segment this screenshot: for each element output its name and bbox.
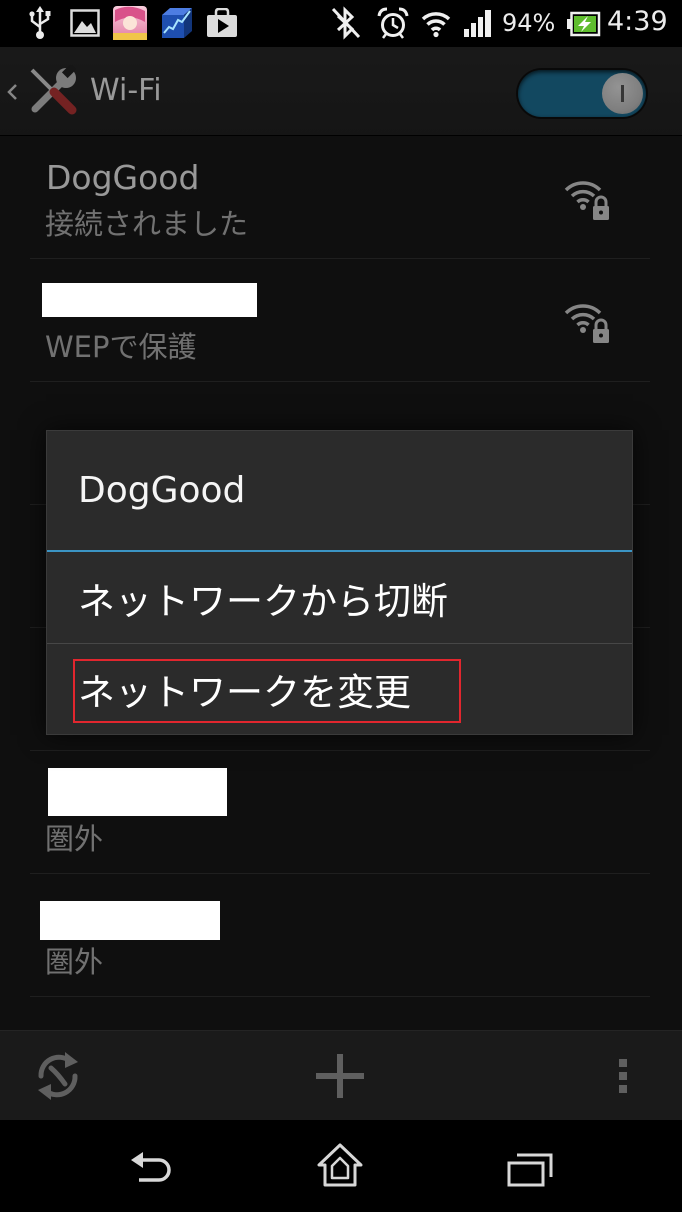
alarm-clock-icon (377, 7, 409, 39)
home-icon[interactable] (317, 1143, 363, 1187)
play-store-icon (206, 8, 238, 38)
usb-icon (27, 6, 53, 40)
status-bar[interactable]: 94% 4:39 (0, 0, 682, 47)
disconnect-network-option[interactable]: ネットワークから切断 (47, 552, 632, 643)
bluetooth-off-icon (329, 6, 363, 40)
back-icon[interactable] (129, 1152, 173, 1188)
battery-charging-icon (567, 11, 601, 37)
recent-apps-icon[interactable] (507, 1153, 553, 1187)
stock-chart-app-icon (160, 7, 194, 39)
clock: 4:39 (607, 6, 668, 37)
wifi-signal-icon (421, 8, 451, 38)
game-app-icon (112, 5, 148, 41)
redacted-ssid (48, 768, 227, 816)
redacted-ssid (40, 901, 220, 940)
cell-signal-icon (463, 9, 493, 37)
highlight-annotation-box (73, 659, 461, 723)
redacted-ssid (42, 283, 257, 317)
gallery-icon (70, 9, 100, 37)
navigation-bar (0, 1120, 682, 1212)
battery-percent: 94% (502, 9, 556, 37)
dialog-title: DogGood (78, 470, 246, 511)
